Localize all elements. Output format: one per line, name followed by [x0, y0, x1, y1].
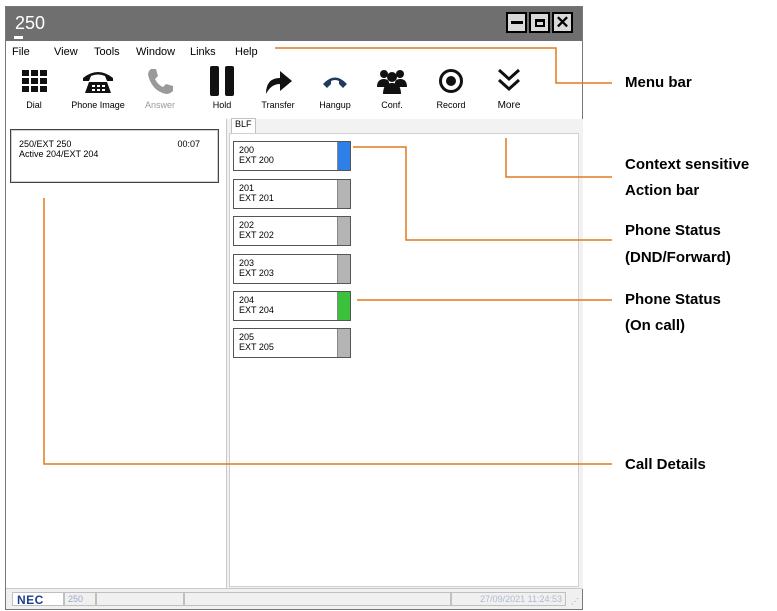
annotation-dnd-line1: Phone Status: [625, 222, 721, 239]
annotation-dnd-line2: (DND/Forward): [625, 249, 731, 266]
annotation-on-call-line1: Phone Status: [625, 291, 721, 308]
dnd-status-callout-line: [353, 146, 612, 241]
action-bar-callout-line: [505, 138, 612, 178]
annotation-action-bar-line2: Action bar: [625, 182, 700, 199]
annotation-action-bar-line1: Context sensitive: [625, 156, 750, 173]
annotation-menu-bar: Menu bar: [625, 74, 692, 91]
menu-bar-callout-line: [275, 47, 612, 84]
annotation-call-details: Call Details: [625, 456, 706, 473]
annotation-on-call-line2: (On call): [625, 317, 686, 334]
call-details-callout-line: [43, 198, 612, 465]
